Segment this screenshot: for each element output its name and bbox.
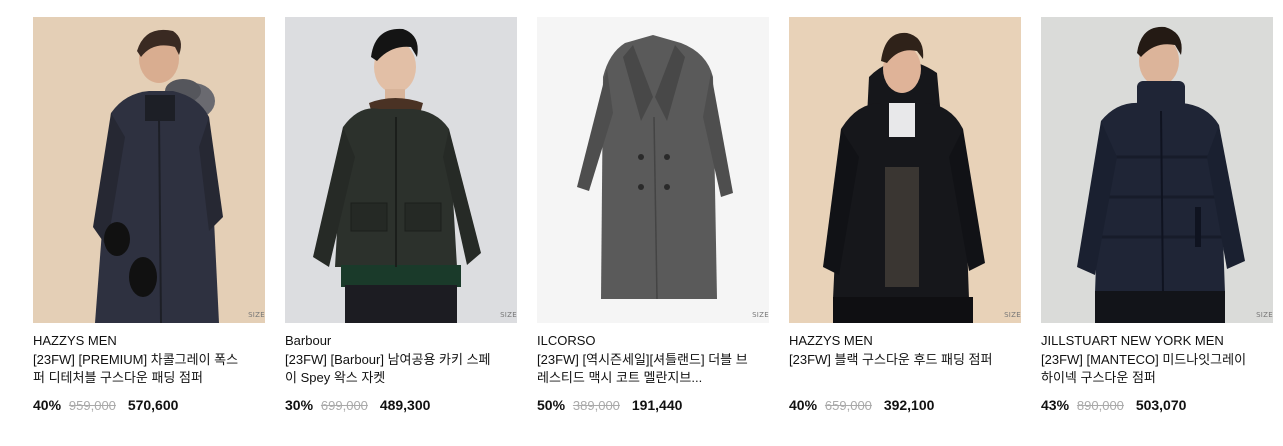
product-card[interactable]: SIZE Barbour [23FW] [Barbour] 남여공용 카키 스페… [285,17,517,413]
product-image[interactable]: SIZE [33,17,265,323]
discount-rate: 43% [1041,397,1070,413]
product-grid: SIZE HAZZYS MEN [23FW] [PREMIUM] 차콜그레이 폭… [33,17,1273,427]
product-brand[interactable]: JILLSTUART NEW YORK MEN [1041,333,1224,348]
product-image[interactable]: SIZE [285,17,517,323]
product-brand[interactable]: Barbour [285,333,331,348]
discount-rate: 40% [789,397,818,413]
sale-price: 503,070 [1135,397,1187,413]
price-row: 50% 389,000 191,440 [537,397,682,413]
product-title[interactable]: [23FW] [MANTECO] 미드나잇그레이 하이넥 구스다운 점퍼 [1041,351,1253,387]
product-image[interactable]: SIZE [537,17,769,323]
product-brand[interactable]: HAZZYS MEN [789,333,873,348]
product-image[interactable]: SIZE [1041,17,1273,323]
size-tag[interactable]: SIZE [752,311,769,319]
product-title[interactable]: [23FW] 블랙 구스다운 후드 패딩 점퍼 [789,351,1001,369]
price-row: 40% 659,000 392,100 [789,397,934,413]
original-price: 699,000 [320,398,368,413]
original-price: 890,000 [1076,398,1124,413]
product-image[interactable]: SIZE [789,17,1021,323]
price-row: 43% 890,000 503,070 [1041,397,1186,413]
product-card[interactable]: SIZE ILCORSO [23FW] [역시즌세일][셔틀랜드] 더블 브레스… [537,17,769,413]
original-price: 959,000 [68,398,116,413]
product-brand[interactable]: HAZZYS MEN [33,333,117,348]
sale-price: 392,100 [883,397,935,413]
sale-price: 570,600 [127,397,179,413]
original-price: 659,000 [824,398,872,413]
price-row: 30% 699,000 489,300 [285,397,430,413]
product-card[interactable]: SIZE HAZZYS MEN [23FW] 블랙 구스다운 후드 패딩 점퍼 … [789,17,1021,413]
discount-rate: 40% [33,397,62,413]
product-card[interactable]: SIZE JILLSTUART NEW YORK MEN [23FW] [MAN… [1041,17,1273,413]
product-brand[interactable]: ILCORSO [537,333,596,348]
size-tag[interactable]: SIZE [500,311,517,319]
product-title[interactable]: [23FW] [Barbour] 남여공용 카키 스페이 Spey 왁스 자켓 [285,351,497,387]
size-tag[interactable]: SIZE [1256,311,1273,319]
product-title[interactable]: [23FW] [역시즌세일][셔틀랜드] 더블 브레스티드 맥시 코트 멜란지브… [537,351,749,387]
sale-price: 489,300 [379,397,431,413]
product-title[interactable]: [23FW] [PREMIUM] 차콜그레이 폭스퍼 디테처블 구스다운 패딩 … [33,351,245,387]
original-price: 389,000 [572,398,620,413]
price-row: 40% 959,000 570,600 [33,397,178,413]
discount-rate: 50% [537,397,566,413]
size-tag[interactable]: SIZE [248,311,265,319]
product-card[interactable]: SIZE HAZZYS MEN [23FW] [PREMIUM] 차콜그레이 폭… [33,17,265,413]
sale-price: 191,440 [631,397,683,413]
size-tag[interactable]: SIZE [1004,311,1021,319]
discount-rate: 30% [285,397,314,413]
